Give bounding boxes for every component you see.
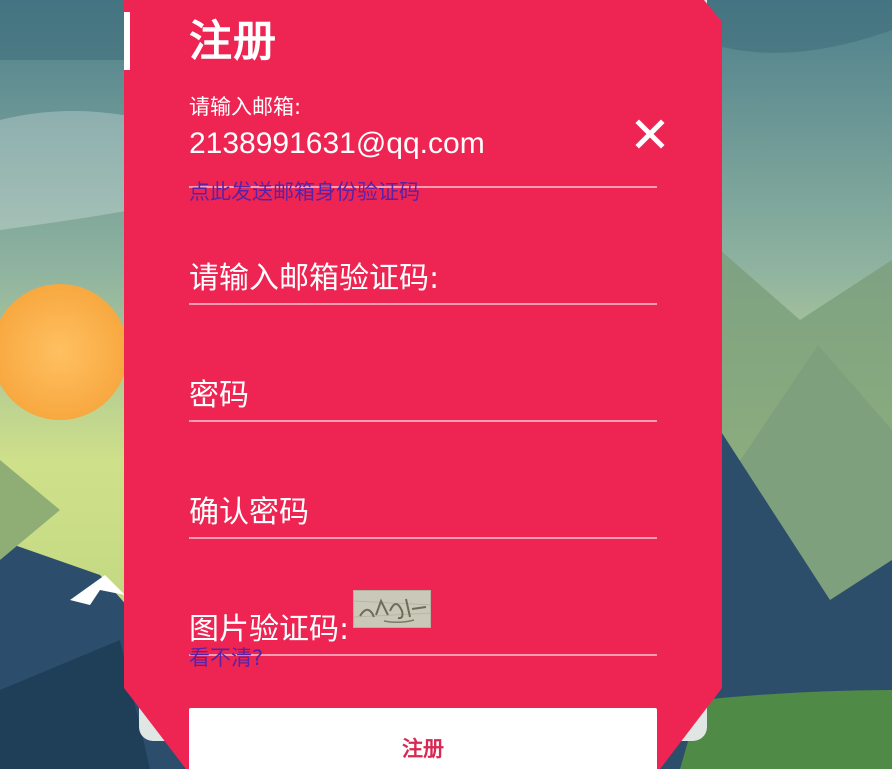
password-field[interactable]: 密码 [189, 345, 657, 422]
page-title: 注册 [189, 17, 277, 67]
email-code-field[interactable]: 请输入邮箱验证码: [189, 230, 657, 305]
register-card: 注册 请输入邮箱: 点此发送邮箱身份验证码 请输入邮箱验证码: 密码 确认密码 … [124, 0, 722, 769]
captcha-image[interactable] [353, 590, 431, 628]
email-input[interactable] [189, 124, 609, 164]
email-code-placeholder: 请输入邮箱验证码: [189, 261, 440, 296]
send-email-code-link[interactable]: 点此发送邮箱身份验证码 [189, 179, 420, 205]
captcha-label: 图片验证码: [189, 612, 350, 647]
register-submit-button[interactable]: 注册 [189, 708, 657, 769]
confirm-password-placeholder: 确认密码 [189, 495, 309, 530]
email-field: 请输入邮箱: [189, 94, 657, 188]
captcha-refresh-link[interactable]: 看不清? [189, 645, 263, 671]
title-accent-bar [124, 12, 130, 70]
confirm-password-field[interactable]: 确认密码 [189, 460, 657, 539]
email-label: 请输入邮箱: [189, 95, 302, 119]
password-placeholder: 密码 [189, 378, 249, 413]
